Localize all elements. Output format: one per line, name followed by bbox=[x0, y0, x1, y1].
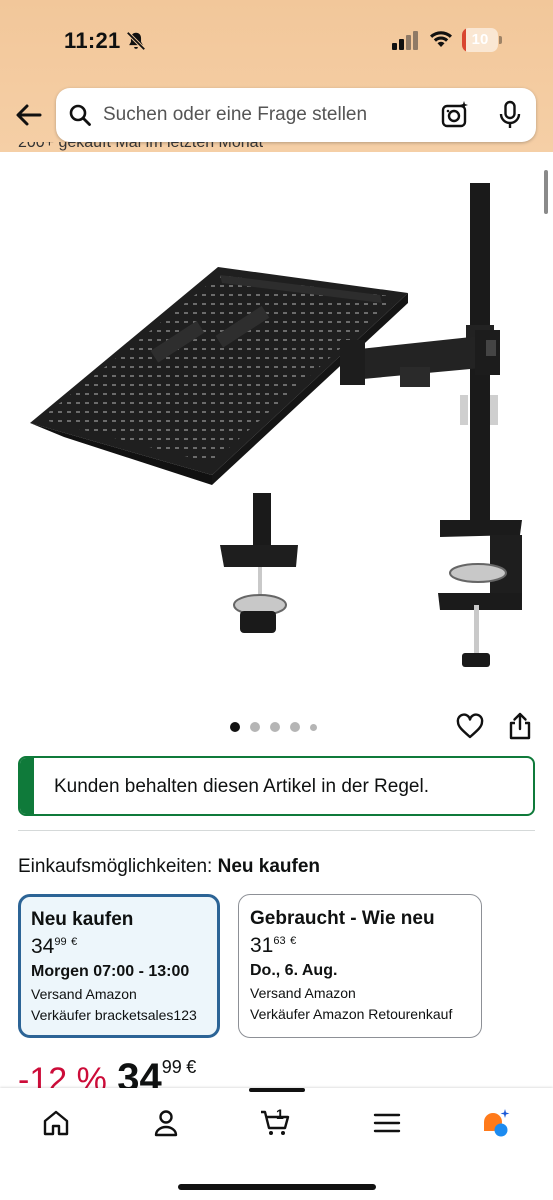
option-shipping: Versand Amazon bbox=[250, 985, 356, 1001]
option-delivery: Do., 6. Aug. bbox=[250, 962, 338, 979]
divider bbox=[18, 830, 535, 831]
heart-icon[interactable] bbox=[456, 713, 484, 741]
carousel-dot[interactable] bbox=[230, 722, 240, 732]
carousel-dot[interactable] bbox=[270, 722, 280, 732]
app-header: 11:21 10 Suchen oder eine Frage stellen bbox=[0, 0, 553, 152]
customer-keep-notice: Kunden behalten diesen Artikel in der Re… bbox=[18, 756, 535, 816]
purchase-count-text: 200+ gekauft Mal im letzten Monat bbox=[18, 142, 264, 151]
status-bar: 11:21 10 bbox=[0, 0, 553, 80]
price-whole: 34 bbox=[117, 1056, 162, 1088]
status-time: 11:21 bbox=[64, 28, 121, 53]
carousel-dot[interactable] bbox=[290, 722, 300, 732]
buying-options-heading: Einkaufsmöglichkeiten: Neu kaufen bbox=[18, 856, 321, 877]
home-icon[interactable] bbox=[41, 1108, 71, 1138]
carousel-dot[interactable] bbox=[310, 723, 317, 731]
search-icon bbox=[69, 104, 91, 126]
battery-level: 10 bbox=[471, 31, 489, 48]
image-carousel-dots[interactable] bbox=[230, 722, 330, 734]
option-title: Neu kaufen bbox=[31, 909, 134, 930]
carousel-dot[interactable] bbox=[250, 722, 260, 732]
option-price: 3163 € bbox=[250, 934, 297, 957]
scrollbar[interactable] bbox=[544, 170, 548, 214]
battery-icon: 10 bbox=[462, 28, 502, 52]
option-shipping: Versand Amazon bbox=[31, 986, 137, 1002]
price-row: -12 % 3499 € bbox=[18, 1056, 318, 1088]
search-bar[interactable]: Suchen oder eine Frage stellen bbox=[56, 88, 536, 142]
search-input[interactable]: Suchen oder eine Frage stellen bbox=[103, 104, 367, 126]
account-icon[interactable] bbox=[151, 1108, 181, 1138]
option-used-like-new[interactable]: Gebraucht - Wie neu 3163 € Do., 6. Aug. … bbox=[238, 894, 482, 1038]
option-price: 3499 € bbox=[31, 935, 78, 958]
price-fraction: 99 bbox=[161, 1057, 182, 1077]
notice-text: Kunden behalten diesen Artikel in der Re… bbox=[54, 776, 429, 797]
price-currency: € bbox=[186, 1057, 197, 1077]
microphone-icon[interactable] bbox=[498, 100, 522, 130]
option-delivery: Morgen 07:00 - 13:00 bbox=[31, 963, 190, 980]
selected-option-label: Neu kaufen bbox=[217, 856, 321, 877]
sheet-handle bbox=[249, 1088, 305, 1092]
cart-icon[interactable] bbox=[260, 1108, 290, 1138]
discount-percent: -12 % bbox=[18, 1061, 107, 1088]
home-indicator[interactable] bbox=[178, 1184, 376, 1190]
option-title: Gebraucht - Wie neu bbox=[250, 908, 435, 929]
camera-scan-icon[interactable] bbox=[440, 100, 470, 130]
option-seller: Verkäufer Amazon Retourenkauf bbox=[250, 1006, 453, 1022]
cellular-signal-icon bbox=[392, 31, 418, 50]
option-new[interactable]: Neu kaufen 3499 € Morgen 07:00 - 13:00 V… bbox=[18, 894, 220, 1038]
wifi-icon bbox=[430, 31, 452, 47]
cart-count-badge: 1 bbox=[276, 1106, 284, 1122]
product-image[interactable] bbox=[20, 175, 540, 685]
share-icon[interactable] bbox=[508, 712, 532, 740]
bell-slash-icon bbox=[126, 31, 146, 51]
rufus-assistant-icon[interactable] bbox=[480, 1108, 510, 1138]
menu-icon[interactable] bbox=[372, 1108, 402, 1138]
option-seller: Verkäufer bracketsales123 bbox=[31, 1007, 197, 1023]
back-arrow-icon[interactable] bbox=[12, 98, 46, 132]
notice-accent-bar bbox=[20, 758, 34, 814]
